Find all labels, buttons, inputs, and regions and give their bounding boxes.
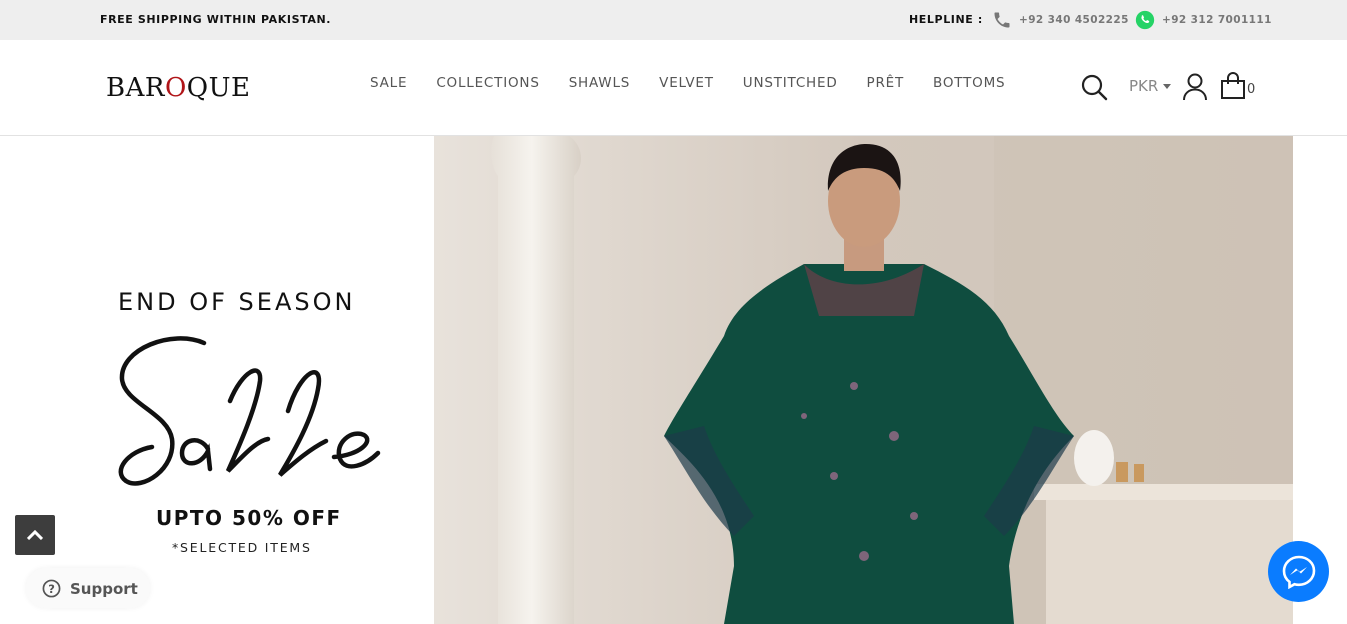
nav-item-shawls[interactable]: SHAWLS <box>569 75 630 91</box>
support-label: Support <box>70 580 138 598</box>
helpline-label: HELPLINE : <box>909 13 983 26</box>
nav-item-velvet[interactable]: VELVET <box>659 75 714 91</box>
chevron-up-icon <box>27 530 43 540</box>
site-header: BAROQUE SALE COLLECTIONS SHAWLS VELVET U… <box>0 40 1347 136</box>
nav-item-bottoms[interactable]: BOTTOMS <box>933 75 1005 91</box>
nav-item-pret[interactable]: PRÊT <box>867 75 905 91</box>
messenger-icon <box>1282 555 1315 589</box>
shipping-notice: FREE SHIPPING WITHIN PAKISTAN. <box>100 13 332 26</box>
currency-selector[interactable]: PKR <box>1129 77 1158 95</box>
site-logo[interactable]: BAROQUE <box>106 73 251 103</box>
nav-item-collections[interactable]: COLLECTIONS <box>436 75 539 91</box>
promo-offer: UPTO 50% OFF <box>156 506 342 530</box>
hero-image[interactable] <box>434 136 1293 624</box>
main-nav: SALE COLLECTIONS SHAWLS VELVET UNSTITCHE… <box>370 75 1034 91</box>
cart-count[interactable]: 0 <box>1247 82 1255 97</box>
promo-note: *SELECTED ITEMS <box>172 540 312 555</box>
phone-icon <box>994 12 1010 28</box>
user-icon[interactable] <box>1181 72 1209 102</box>
search-icon[interactable] <box>1079 72 1109 102</box>
model-photo <box>434 136 1293 624</box>
svg-text:?: ? <box>48 582 55 596</box>
chevron-down-icon <box>1163 84 1171 89</box>
question-icon: ? <box>42 579 61 598</box>
scroll-to-top-button[interactable] <box>15 515 55 555</box>
promo-headline: END OF SEASON <box>118 288 356 316</box>
helpline-phone-link[interactable]: +92 340 4502225 <box>1019 14 1129 26</box>
messenger-chat-button[interactable] <box>1268 541 1329 602</box>
whatsapp-phone-link[interactable]: +92 312 7001111 <box>1162 14 1272 26</box>
promo-banner[interactable]: END OF SEASON UPTO 50% OFF *SELECTED ITE… <box>0 136 434 624</box>
nav-item-unstitched[interactable]: UNSTITCHED <box>743 75 838 91</box>
nav-item-sale[interactable]: SALE <box>370 75 407 91</box>
shopping-bag-icon[interactable] <box>1218 71 1248 101</box>
announcement-bar: FREE SHIPPING WITHIN PAKISTAN. HELPLINE … <box>0 0 1347 40</box>
sale-script-text <box>118 336 381 486</box>
whatsapp-icon[interactable] <box>1134 9 1156 31</box>
support-button[interactable]: ? Support <box>26 568 150 608</box>
